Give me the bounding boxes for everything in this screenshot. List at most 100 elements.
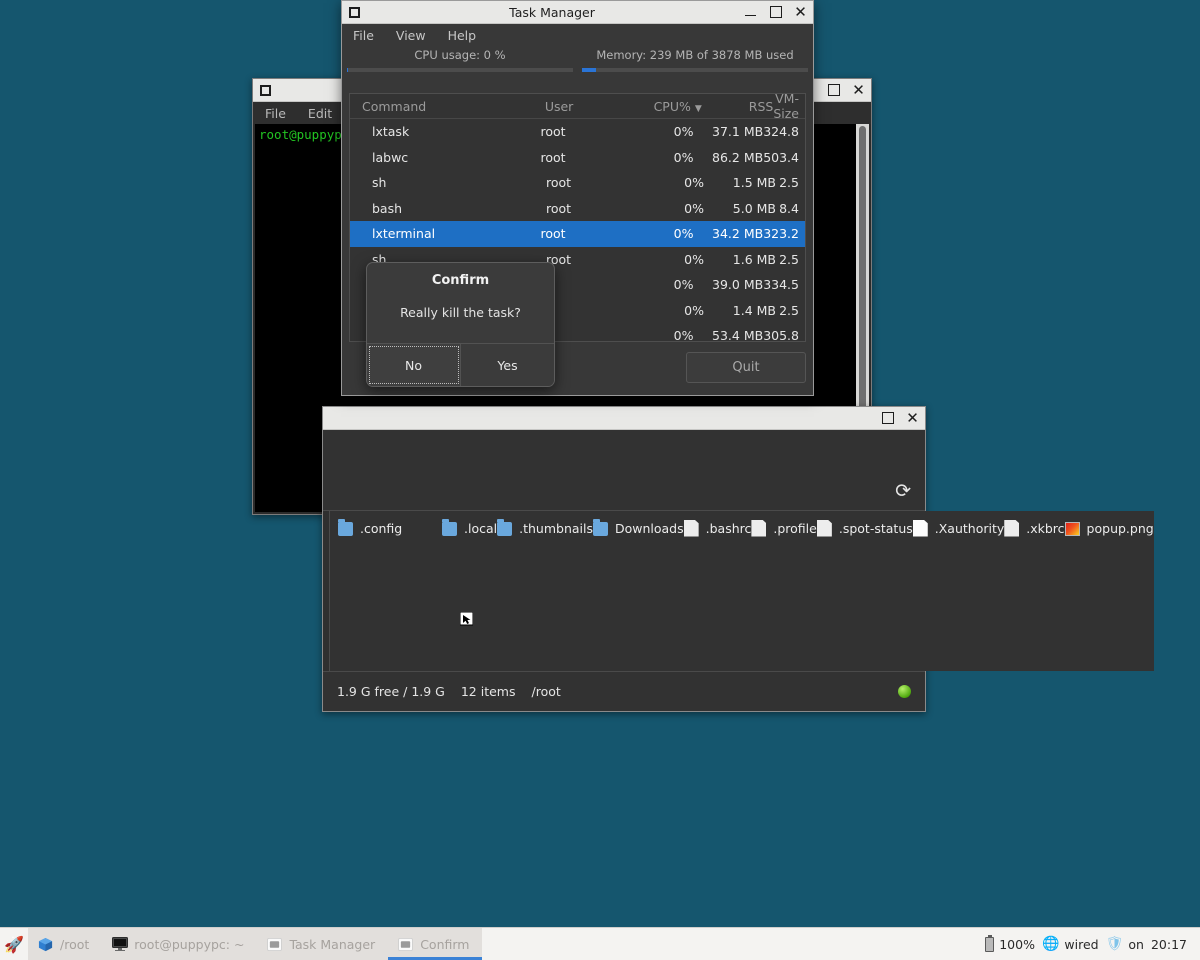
table-header[interactable]: Command User CPU% ▼ RSS VM-Size (350, 94, 805, 121)
resource-meters: CPU usage: 0 % Memory: 239 MB of 3878 MB… (342, 47, 813, 75)
cell-command: lxterminal (372, 226, 436, 242)
window-icon (253, 79, 277, 102)
list-item[interactable]: popup.png (1064, 514, 1154, 542)
list-item[interactable]: .thumbnails (497, 514, 593, 542)
file-label: .config (360, 520, 403, 536)
cell-user: root (540, 124, 566, 140)
system-tray[interactable]: 100% 🌐 wired 🛡 on 20:17 (985, 934, 1200, 952)
quit-button[interactable]: Quit (686, 351, 806, 383)
folder-icon (442, 519, 457, 536)
file-label: .bashrc (705, 520, 752, 536)
file-manager-window[interactable]: ✕ ⟳ sda2 139G data /mn sda3 8M swap --- … (322, 406, 1154, 712)
menu-help[interactable]: Help (448, 28, 477, 43)
battery-indicator[interactable]: 100% (985, 934, 1035, 952)
cell-cpu: 0% (673, 328, 694, 342)
cell-command: labwc (372, 149, 409, 165)
taskbar[interactable]: 🚀 /root root@puppypc: ~ Task Manager Con… (0, 927, 1200, 960)
table-row-selected[interactable]: lxterminal root 0% 34.2 MB 323.2 (350, 221, 805, 247)
maximize-icon[interactable] (875, 407, 900, 430)
maximize-icon[interactable] (763, 1, 788, 24)
network-indicator[interactable]: 🌐 wired (1042, 936, 1099, 952)
list-item[interactable]: .spot-status (816, 514, 913, 542)
table-row[interactable]: lxtask root 0% 37.1 MB 324.8 (350, 119, 805, 145)
package-icon (37, 936, 54, 953)
cell-rss: 39.0 MB (712, 277, 764, 293)
taskbar-item-confirm[interactable]: Confirm (388, 928, 483, 960)
memory-meter-fill (582, 68, 596, 72)
close-icon[interactable]: ✕ (900, 407, 925, 430)
cell-user: root (540, 226, 566, 242)
window-icon (342, 1, 366, 24)
column-header-command[interactable]: Command (350, 99, 545, 114)
column-header-user[interactable]: User (545, 99, 630, 114)
yes-button[interactable]: Yes (461, 344, 554, 386)
list-item[interactable]: .config (338, 514, 442, 542)
menu-file[interactable]: File (353, 28, 374, 43)
close-icon[interactable]: ✕ (846, 79, 871, 102)
table-row[interactable]: labwc root 0% 86.2 MB 503.4 (350, 145, 805, 171)
filemanager-titlebar[interactable]: ✕ (323, 407, 925, 430)
filemanager-file-list[interactable]: .config .local .thumbnails Downloads .ba… (330, 511, 1154, 671)
current-path-label: /root (531, 684, 561, 699)
filemanager-sidebar[interactable]: sda2 139G data /mn sda3 8M swap --- sr0 … (323, 511, 330, 671)
file-icon (816, 519, 832, 537)
taskmanager-titlebar[interactable]: Task Manager ✕ (342, 1, 813, 24)
cell-vmsize: 8.4 (779, 200, 799, 216)
list-item[interactable]: .local (442, 514, 497, 542)
mouse-cursor (459, 611, 474, 628)
status-led-icon (898, 685, 911, 698)
menu-edit[interactable]: Edit (308, 106, 332, 121)
taskbar-task-list[interactable]: /root root@puppypc: ~ Task Manager Confi… (28, 927, 483, 960)
filemanager-toolbar: ⟳ (323, 430, 925, 501)
rocket-icon[interactable]: 🚀 (0, 928, 28, 960)
sort-caret-icon: ▼ (694, 103, 702, 114)
taskbar-item-task-manager[interactable]: Task Manager (257, 928, 388, 960)
list-item[interactable]: .Xauthority (912, 514, 1005, 542)
disk-free-label: 1.9 G free / 1.9 G (337, 684, 445, 699)
cell-user: root (546, 200, 572, 216)
minimize-icon[interactable] (738, 1, 763, 24)
memory-meter: Memory: 239 MB of 3878 MB used (582, 47, 808, 75)
globe-icon: 🌐 (1041, 936, 1060, 952)
cell-vmsize: 334.5 (763, 277, 799, 293)
cell-cpu: 0% (673, 226, 694, 242)
close-icon[interactable]: ✕ (788, 1, 813, 24)
menu-view[interactable]: View (396, 28, 426, 43)
memory-usage-label: Memory: 239 MB of 3878 MB used (596, 48, 794, 62)
list-item[interactable]: .bashrc (683, 514, 752, 542)
file-label: .thumbnails (519, 520, 593, 536)
file-icon (912, 519, 928, 537)
taskbar-item-label: Confirm (420, 936, 470, 952)
taskmanager-menubar[interactable]: File View Help (342, 24, 813, 47)
folder-icon (497, 519, 513, 536)
column-header-cpu[interactable]: CPU% ▼ (630, 99, 702, 114)
menu-file[interactable]: File (265, 106, 286, 121)
file-label: .spot-status (838, 520, 913, 536)
taskbar-item-root[interactable]: /root (28, 928, 102, 960)
list-item[interactable]: Downloads (592, 514, 684, 542)
image-file-icon (1064, 522, 1080, 536)
firewall-indicator[interactable]: 🛡 on (1106, 936, 1144, 952)
file-label: .Xauthority (934, 520, 1005, 536)
table-row[interactable]: sh root 0% 1.5 MB 2.5 (350, 170, 805, 196)
column-header-rss[interactable]: RSS (702, 99, 774, 114)
list-item[interactable]: .xkbrc (1004, 514, 1065, 542)
cell-command: sh (372, 175, 387, 191)
table-row[interactable]: bash root 0% 5.0 MB 8.4 (350, 196, 805, 222)
cell-rss: 53.4 MB (712, 328, 764, 342)
maximize-icon[interactable] (821, 79, 846, 102)
refresh-icon[interactable]: ⟳ (895, 482, 911, 501)
file-icon (751, 519, 767, 537)
no-button[interactable]: No (367, 344, 461, 386)
column-header-vmsize[interactable]: VM-Size (773, 94, 805, 121)
cpu-meter: CPU usage: 0 % (347, 47, 573, 75)
taskbar-item-terminal[interactable]: root@puppypc: ~ (102, 928, 257, 960)
terminal-icon (111, 936, 128, 953)
cell-rss: 34.2 MB (712, 226, 764, 242)
confirm-dialog[interactable]: Confirm Really kill the task? No Yes (366, 262, 555, 387)
clock[interactable]: 20:17 (1151, 937, 1187, 952)
list-item[interactable]: .profile (751, 514, 817, 542)
filemanager-statusbar: 1.9 G free / 1.9 G 12 items /root (323, 671, 925, 711)
network-label: wired (1064, 936, 1099, 952)
cpu-meter-track (347, 68, 573, 72)
